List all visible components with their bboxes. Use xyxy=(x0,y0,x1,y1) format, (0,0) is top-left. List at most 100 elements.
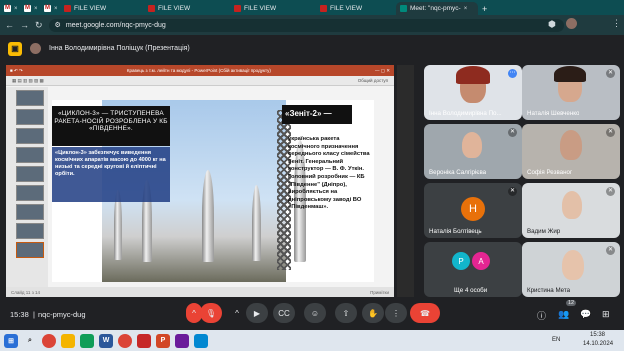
slide-thumbnail xyxy=(16,128,44,144)
keyboard-language[interactable]: EN xyxy=(552,337,560,343)
gmail-icon: M xyxy=(4,5,11,12)
participant-name: Ще 4 особи xyxy=(454,287,488,294)
participant-name: Софія Резваног xyxy=(527,169,573,176)
word-icon[interactable]: W xyxy=(99,333,113,348)
shared-presentation: ■ ↶ ↷ Кравець з т.м. лейтн та модулі - P… xyxy=(6,65,394,297)
muted-mic-icon: ✕ xyxy=(606,246,615,255)
participant-video xyxy=(562,250,584,280)
close-icon[interactable]: × xyxy=(54,6,58,12)
url-field[interactable]: ⚙ meet.google.com/nqc-pmyc-dug xyxy=(48,18,564,32)
participant-name: Наталія Болтівець xyxy=(429,228,482,235)
slide-thumbnail xyxy=(16,166,44,182)
camera-toggle-button[interactable]: ▶ xyxy=(246,303,268,323)
tab-2[interactable]: M × xyxy=(40,2,60,15)
tab-meet[interactable]: Meet: "nqc-pmyc- × xyxy=(396,2,478,15)
tab-1[interactable]: M × xyxy=(20,2,40,15)
chat-icon[interactable]: 💬 xyxy=(580,309,591,320)
extensions-icon[interactable]: ⬢ xyxy=(548,19,556,30)
notes-label: Примітки xyxy=(370,289,389,295)
close-icon[interactable]: × xyxy=(14,6,18,12)
participant-tile[interactable]: ✕ Вероніка Салгірієва xyxy=(424,124,522,179)
raise-hand-button[interactable]: ✋ xyxy=(362,303,384,323)
close-icon[interactable]: × xyxy=(34,6,38,12)
participant-video xyxy=(562,191,582,219)
slide-thumbnail xyxy=(16,147,44,163)
profile-icon[interactable] xyxy=(566,18,577,29)
tab-0[interactable]: M × xyxy=(0,2,20,15)
app-icon[interactable] xyxy=(175,333,189,348)
back-icon[interactable]: ← xyxy=(5,20,14,30)
tab-3[interactable]: FILE VIEW xyxy=(60,2,144,15)
file-icon xyxy=(234,5,241,12)
participant-tile[interactable]: H ✕ Наталія Болтівець xyxy=(424,183,522,238)
participant-name: Вадим Жир xyxy=(527,228,561,235)
mic-toggle-button[interactable]: 🎙 xyxy=(200,303,222,323)
emoji-button[interactable]: ☺ xyxy=(304,303,326,323)
muted-mic-icon: ✕ xyxy=(508,128,517,137)
activities-icon[interactable]: ⊞ xyxy=(602,309,610,320)
forward-icon[interactable]: → xyxy=(20,20,29,30)
participant-avatar: A xyxy=(472,252,490,270)
leave-call-button[interactable]: ☎ xyxy=(410,303,440,323)
muted-mic-icon: ✕ xyxy=(606,187,615,196)
participant-tile[interactable]: ⋯ Інна Володимирівна По... xyxy=(424,65,522,120)
participant-tile-others[interactable]: P A Ще 4 особи xyxy=(424,242,522,297)
participant-avatar: P xyxy=(452,252,470,270)
muted-mic-icon: ✕ xyxy=(508,187,517,196)
close-icon[interactable]: × xyxy=(464,6,468,12)
search-icon[interactable]: ⌕ xyxy=(23,334,37,348)
tab-label: FILE VIEW xyxy=(74,5,107,12)
tab-6[interactable]: FILE VIEW xyxy=(316,2,396,15)
app-icon[interactable] xyxy=(137,333,151,348)
taskbar-date: 14.10.2024 xyxy=(583,341,614,347)
ribbon-tabs: ▦ ▤ ▥ ▧ ▨ ▩ xyxy=(12,77,44,83)
present-button[interactable]: ⇧ xyxy=(335,303,357,323)
meeting-clock: 15:38 xyxy=(10,310,29,319)
participant-video xyxy=(462,132,482,158)
participant-tile[interactable]: ✕ Вадим Жир xyxy=(522,183,620,238)
more-options-button[interactable]: ⋮ xyxy=(385,303,407,323)
zenit-text: українська ракета космічного призначення… xyxy=(288,136,370,211)
participant-avatar: H xyxy=(461,197,485,221)
presentation-icon: ▣ xyxy=(8,41,22,56)
url-text: meet.google.com/nqc-pmyc-dug xyxy=(65,21,166,29)
save-icon: ■ ↶ ↷ xyxy=(10,67,23,73)
powerpoint-icon[interactable]: P xyxy=(156,333,170,348)
tab-label: FILE VIEW xyxy=(330,5,363,12)
participant-tile[interactable]: ✕ Кристина Мета xyxy=(522,242,620,297)
participant-name: Інна Володимирівна По... xyxy=(429,110,502,117)
captions-button[interactable]: CC xyxy=(273,303,295,323)
start-icon[interactable]: ⊞ xyxy=(4,333,18,348)
info-icon[interactable]: ⓘ xyxy=(537,309,546,322)
app-icon[interactable] xyxy=(80,333,94,348)
chrome-icon[interactable] xyxy=(118,333,132,348)
rocket-image xyxy=(202,170,214,262)
slide-thumbnails xyxy=(6,87,48,287)
ppt-ribbon: ▦ ▤ ▥ ▧ ▨ ▩ Общий доступ xyxy=(6,76,394,86)
slide-thumbnail-selected xyxy=(16,242,44,258)
meet-icon xyxy=(400,5,407,12)
menu-icon[interactable]: ⋮ xyxy=(612,18,621,29)
browser-tab-bar: M × M × M × FILE VIEW FILE VIEW FILE VIEW F… xyxy=(0,0,624,15)
slide-canvas: «ЦИКЛОН-3» — ТРИСТУПЕНЕВА РАКЕТА-НОСІЙ Р… xyxy=(52,100,374,282)
site-info-icon[interactable]: ⚙ xyxy=(55,21,61,29)
ppt-window-title: Кравець з т.м. лейтн та модулі - PowerPo… xyxy=(126,68,271,73)
new-tab-button[interactable]: + xyxy=(478,2,492,15)
reload-icon[interactable]: ↻ xyxy=(35,20,43,31)
muted-mic-icon: ✕ xyxy=(606,69,615,78)
tab-label: Meet: "nqc-pmyc- xyxy=(410,5,461,12)
window-controls-icon: — ▢ ✕ xyxy=(374,67,390,73)
camera-options-button[interactable]: ^ xyxy=(230,303,244,323)
app-icon[interactable] xyxy=(194,333,208,348)
tab-4[interactable]: FILE VIEW xyxy=(144,2,230,15)
more-options-icon[interactable]: ⋯ xyxy=(508,69,517,78)
participant-tile[interactable]: ✕ Софія Резваног xyxy=(522,124,620,179)
chrome-icon[interactable] xyxy=(42,333,56,348)
files-icon[interactable] xyxy=(61,333,75,348)
participant-tile[interactable]: ✕ Наталія Шевченко xyxy=(522,65,620,120)
muted-mic-icon: ✕ xyxy=(606,128,615,137)
gmail-icon: M xyxy=(24,5,31,12)
people-icon[interactable]: 👥 xyxy=(558,309,569,320)
separator: | xyxy=(33,310,35,319)
tab-5[interactable]: FILE VIEW xyxy=(230,2,316,15)
